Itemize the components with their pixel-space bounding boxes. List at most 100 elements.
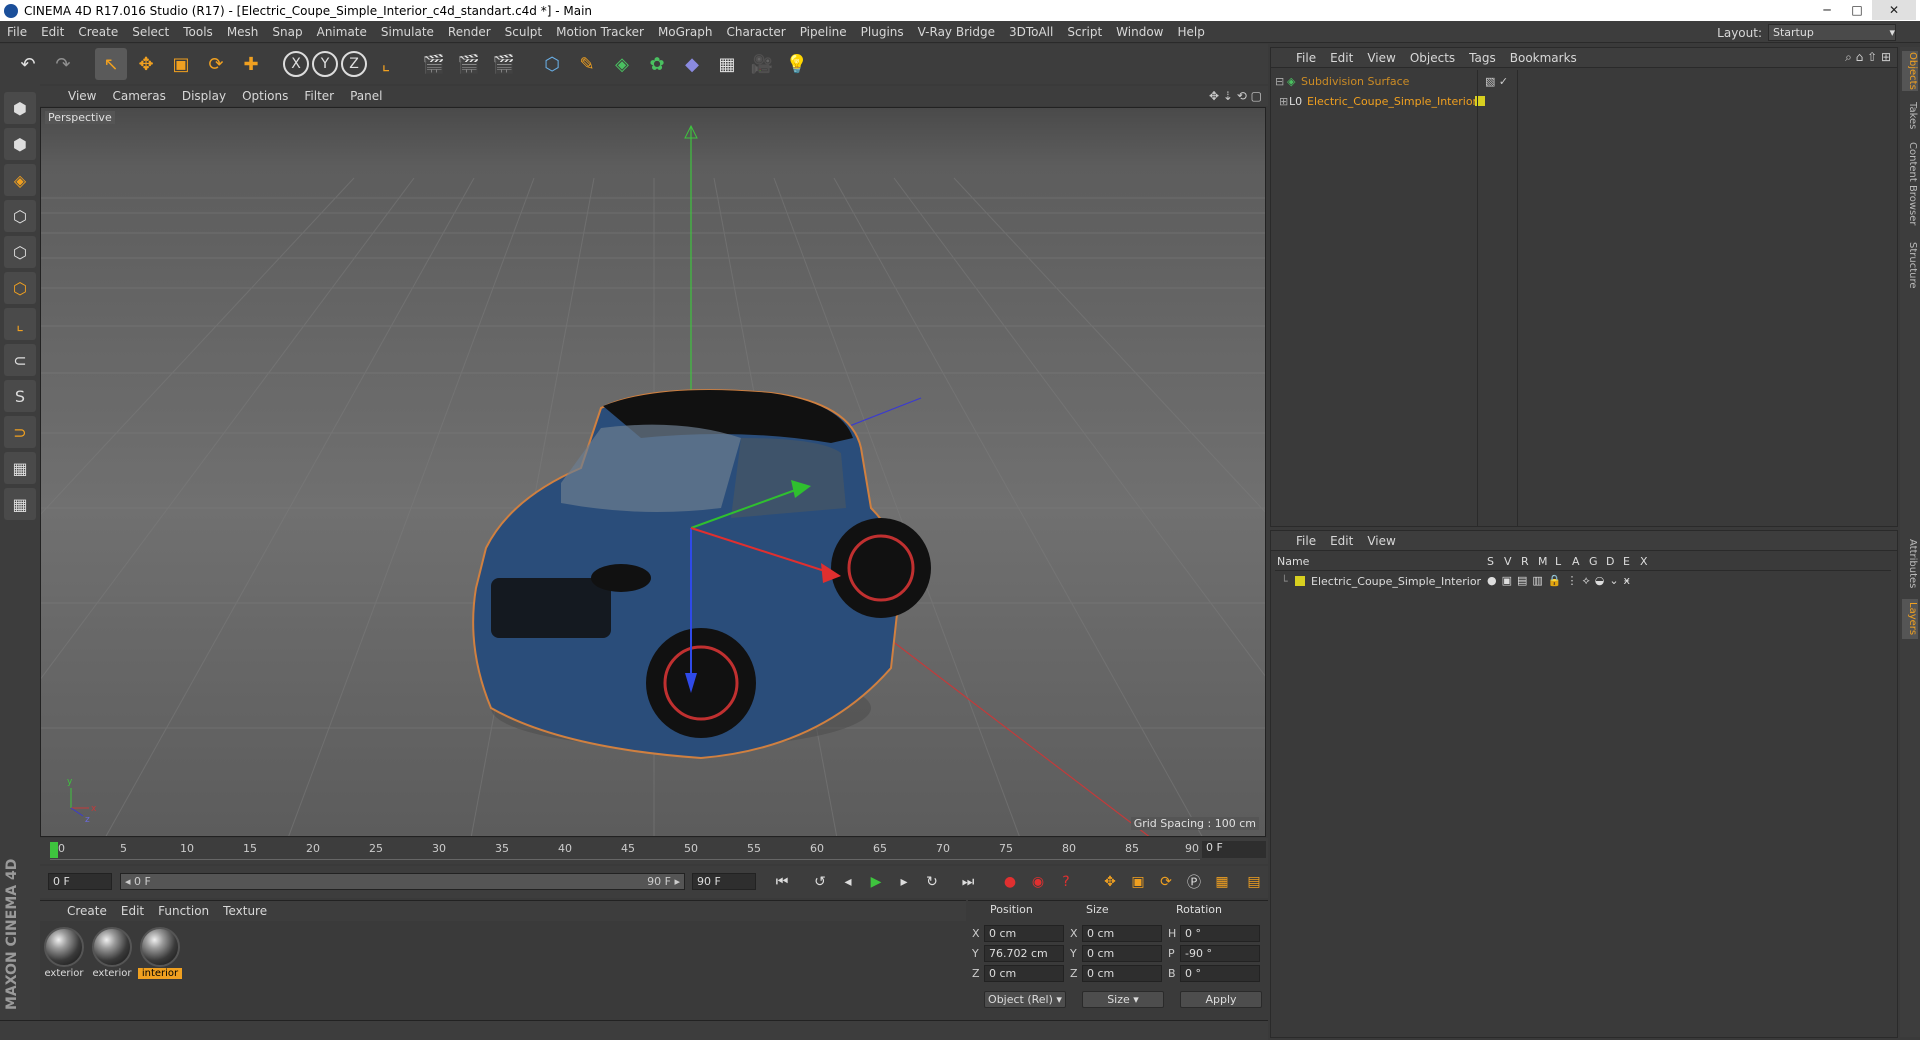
rot-p-field[interactable]: -90 ° [1180,945,1260,962]
key-pla-icon[interactable]: ▦ [1210,870,1234,894]
render-button[interactable]: 🎬 [453,48,485,80]
snap-button[interactable]: S [4,380,36,412]
tab-structure[interactable]: Structure [1902,237,1918,293]
object-row-subdivision-surface[interactable]: ⊟ ◈ Subdivision Surface ▧ ✓ [1275,72,1895,90]
start-frame-field[interactable]: 0 F [48,873,112,890]
material-menu-edit[interactable]: Edit [114,904,151,918]
object-row-electric-coupe[interactable]: ⊞ L0 Electric_Coupe_Simple_Interior [1275,92,1895,110]
prev-frame-icon[interactable]: ◂ [836,870,860,894]
menu-snap[interactable]: Snap [265,25,309,39]
menu-edit[interactable]: Edit [34,25,71,39]
pos-y-field[interactable]: 76.702 cm [984,945,1064,962]
coordinate-system-button[interactable]: ⌞ [370,48,402,80]
size-x-field[interactable]: 0 cm [1082,925,1162,942]
next-frame-icon[interactable]: ▸ [892,870,916,894]
menu-tools[interactable]: Tools [176,25,220,39]
playhead[interactable] [50,842,58,858]
menu-window[interactable]: Window [1109,25,1170,39]
material-menu-create[interactable]: Create [60,904,114,918]
tab-content-browser[interactable]: Content Browser [1902,141,1918,227]
pen-spline-button[interactable]: ✎ [571,48,603,80]
minimize-button[interactable]: ─ [1812,0,1842,20]
timeline-ruler[interactable]: 0 5 10 15 20 25 30 35 40 45 50 55 60 65 … [40,838,1268,864]
light-button[interactable]: 💡 [781,48,813,80]
size-z-field[interactable]: 0 cm [1082,965,1162,982]
edges-mode-button[interactable]: ⬡ [4,236,36,268]
pos-x-field[interactable]: 0 cm [984,925,1064,942]
layer-row[interactable]: └ Electric_Coupe_Simple_Interior ●▣▤▥🔒⋮⟡… [1275,573,1891,589]
select-tool-button[interactable]: ↖ [95,48,127,80]
key-rotation-icon[interactable]: ⟳ [1154,870,1178,894]
cube-object-button[interactable]: ⬡ [536,48,568,80]
goto-end-icon[interactable]: ⏭ [956,870,980,894]
material-menu-function[interactable]: Function [151,904,216,918]
objects-header-icons[interactable]: ⌕ ⌂ ⇧ ⊞ [1845,50,1891,65]
play-icon[interactable]: ▶ [864,870,888,894]
viewport-nav-icons[interactable]: ✥ ⇣ ⟲ ▢ [1209,89,1262,103]
objects-menu-bookmarks[interactable]: Bookmarks [1503,51,1584,65]
layout-dropdown[interactable]: Startup ▾ [1768,24,1896,41]
expand-icon[interactable]: ⊞ [1275,95,1289,108]
objects-menu-objects[interactable]: Objects [1403,51,1462,65]
y-axis-lock-button[interactable]: Y [312,51,338,77]
rot-h-field[interactable]: 0 ° [1180,925,1260,942]
object-name[interactable]: Subdivision Surface [1301,75,1485,88]
redo-button[interactable]: ↷ [47,48,79,80]
viewport-menu-cameras[interactable]: Cameras [104,89,173,103]
menu-plugins[interactable]: Plugins [854,25,911,39]
layer-color-swatch[interactable] [1295,576,1305,586]
render-settings-button[interactable]: 🎬 [488,48,520,80]
objects-menu-edit[interactable]: Edit [1323,51,1360,65]
menu-3dtoall[interactable]: 3DToAll [1002,25,1060,39]
key-scale-icon[interactable]: ▣ [1126,870,1150,894]
layers-menu-view[interactable]: View [1360,534,1402,548]
floor-button[interactable]: ▦ [711,48,743,80]
texture-mode-button[interactable]: ◈ [4,164,36,196]
polygons-mode-button[interactable]: ⬡ [4,272,36,304]
x-axis-lock-button[interactable]: X [283,51,309,77]
layer-toggle-icons[interactable]: ●▣▤▥🔒⋮⟡◒⌄ӿ [1487,574,1635,588]
menu-render[interactable]: Render [441,25,498,39]
coordinate-mode-dropdown[interactable]: Object (Rel) ▾ [984,991,1066,1008]
size-mode-dropdown[interactable]: Size ▾ [1082,991,1164,1008]
menu-vray-bridge[interactable]: V-Ray Bridge [911,25,1002,39]
viewport-menu-view[interactable]: View [60,89,104,103]
menu-character[interactable]: Character [719,25,792,39]
scale-tool-button[interactable]: ▣ [165,48,197,80]
layers-menu-edit[interactable]: Edit [1323,534,1360,548]
viewport-menu-panel[interactable]: Panel [342,89,390,103]
viewport-perspective[interactable]: y x z Perspective Grid Spacing : 100 cm [40,107,1266,837]
menu-script[interactable]: Script [1060,25,1109,39]
record-icon[interactable]: ● [998,870,1022,894]
key-position-icon[interactable]: ✥ [1098,870,1122,894]
array-button[interactable]: ✿ [641,48,673,80]
magnet-button[interactable]: ⊃ [4,416,36,448]
material-swatch-selected[interactable]: interior [138,927,182,979]
subdivision-surface-button[interactable]: ◈ [606,48,638,80]
rotate-tool-button[interactable]: ⟳ [200,48,232,80]
car-model[interactable] [472,389,931,760]
tab-layers[interactable]: Layers [1902,599,1918,639]
range-slider[interactable]: ◂ 0 F 90 F ▸ [120,873,685,890]
material-swatch[interactable]: exterior [90,927,134,979]
goto-start-icon[interactable]: ⏮ [770,870,794,894]
menu-create[interactable]: Create [71,25,125,39]
z-axis-lock-button[interactable]: Z [341,51,367,77]
add-tool-button[interactable]: ✚ [235,48,267,80]
size-y-field[interactable]: 0 cm [1082,945,1162,962]
undo-button[interactable]: ↶ [12,48,44,80]
current-frame-field[interactable]: 0 F [1202,841,1266,858]
menu-pipeline[interactable]: Pipeline [793,25,854,39]
material-menu-texture[interactable]: Texture [216,904,274,918]
points-mode-button[interactable]: ⬡ [4,200,36,232]
viewport-menu-options[interactable]: Options [234,89,296,103]
key-parameter-icon[interactable]: Ⓟ [1182,870,1206,894]
model-mode-button[interactable]: ⬢ [4,128,36,160]
tab-attributes[interactable]: Attributes [1902,535,1918,593]
layers-menu-file[interactable]: File [1289,534,1323,548]
menu-motion-tracker[interactable]: Motion Tracker [549,25,651,39]
objects-menu-tags[interactable]: Tags [1462,51,1503,65]
objects-menu-view[interactable]: View [1360,51,1402,65]
tab-takes[interactable]: Takes [1902,99,1918,133]
menu-simulate[interactable]: Simulate [374,25,441,39]
